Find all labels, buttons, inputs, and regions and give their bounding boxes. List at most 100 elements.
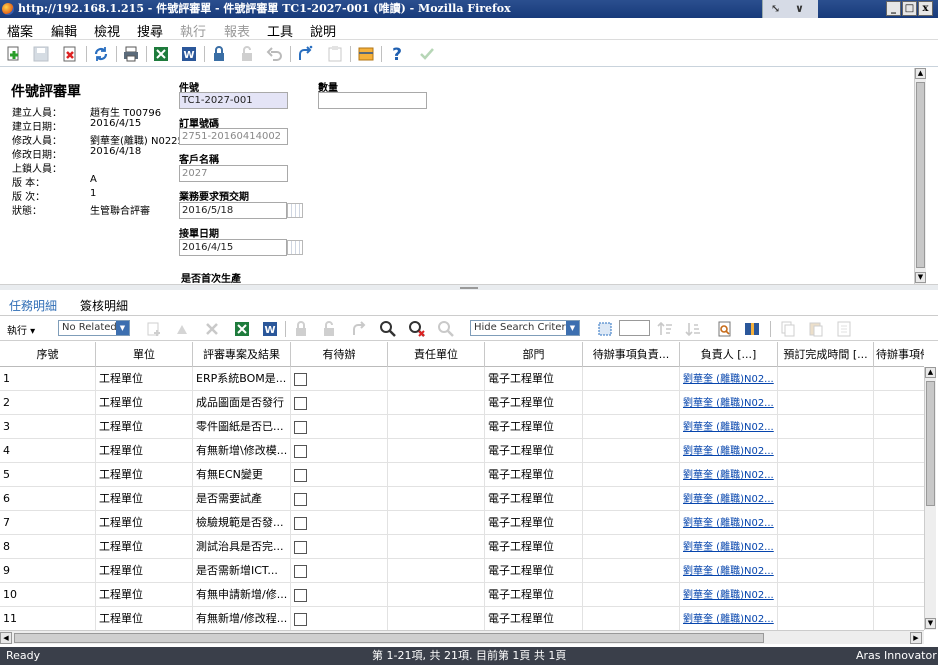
col-header-due[interactable]: 預訂完成時間 [... — [778, 342, 874, 367]
sort-desc-icon[interactable] — [684, 320, 702, 338]
chevron-down-icon[interactable]: ∨ — [795, 0, 804, 18]
cell-unit[interactable]: 工程單位 — [96, 367, 193, 391]
has-todo-checkbox[interactable] — [294, 612, 307, 626]
col-header-seq[interactable]: 序號 — [0, 342, 96, 367]
has-todo-checkbox[interactable] — [294, 372, 307, 386]
cell-todo-owner[interactable] — [583, 415, 680, 439]
scroll-thumb[interactable] — [916, 82, 925, 268]
save-icon[interactable] — [32, 45, 50, 63]
cell-unit[interactable]: 工程單位 — [96, 511, 193, 535]
col-header-dept[interactable]: 部門 — [485, 342, 583, 367]
cell-due[interactable] — [778, 415, 874, 439]
menu-help[interactable]: 說明 — [310, 21, 336, 40]
cell-owner[interactable]: 劉華奎 (離職)N02... — [680, 511, 778, 535]
menu-execute[interactable]: 執行 — [180, 21, 206, 40]
clipboard-icon[interactable] — [835, 320, 853, 338]
cell-due[interactable] — [778, 463, 874, 487]
cell-unit[interactable]: 工程單位 — [96, 463, 193, 487]
cell-unit[interactable]: 工程單位 — [96, 487, 193, 511]
owner-link[interactable]: 劉華奎 (離職)N02... — [683, 542, 774, 553]
col-header-has-todo[interactable]: 有待辦 — [291, 342, 388, 367]
calendar-icon[interactable] — [287, 240, 303, 255]
cell-resp-unit[interactable] — [388, 367, 485, 391]
cell-todo-note[interactable] — [874, 583, 924, 607]
cell-todo-note[interactable] — [874, 439, 924, 463]
has-todo-checkbox[interactable] — [294, 420, 307, 434]
cell-owner[interactable]: 劉華奎 (離職)N02... — [680, 367, 778, 391]
owner-link[interactable]: 劉華奎 (離職)N02... — [683, 614, 774, 625]
cell-todo-owner[interactable] — [583, 559, 680, 583]
close-button[interactable]: x — [918, 1, 933, 16]
cell-dept[interactable]: 電子工程單位 — [485, 439, 583, 463]
tab-signoff-details[interactable]: 簽核明細 — [80, 297, 128, 314]
col-header-owner[interactable]: 負責人 [...] — [680, 342, 778, 367]
cell-resp-unit[interactable] — [388, 511, 485, 535]
cell-dept[interactable]: 電子工程單位 — [485, 463, 583, 487]
col-header-todo-owner[interactable]: 待辦事項負責... — [583, 342, 680, 367]
cell-todo-owner[interactable] — [583, 367, 680, 391]
sort-asc-icon[interactable] — [656, 320, 674, 338]
cell-seq[interactable]: 1 — [0, 367, 96, 391]
lock-icon[interactable] — [292, 320, 310, 338]
scroll-up-icon[interactable]: ▲ — [915, 68, 926, 79]
print-icon[interactable] — [122, 45, 140, 63]
owner-link[interactable]: 劉華奎 (離職)N02... — [683, 470, 774, 481]
owner-link[interactable]: 劉華奎 (離職)N02... — [683, 566, 774, 577]
grid-scrollbar[interactable]: ▲ ▼ — [924, 367, 936, 630]
cell-unit[interactable]: 工程單位 — [96, 439, 193, 463]
cell-review-item[interactable]: 零件圖紙是否已... — [193, 415, 291, 439]
cell-review-item[interactable]: 有無新增\修改模... — [193, 439, 291, 463]
cell-due[interactable] — [778, 439, 874, 463]
related-select[interactable]: No Related ▼ — [58, 320, 130, 336]
cell-dept[interactable]: 電子工程單位 — [485, 511, 583, 535]
form-layout-icon[interactable] — [357, 45, 375, 63]
cell-todo-note[interactable] — [874, 607, 924, 630]
cell-todo-note[interactable] — [874, 535, 924, 559]
cell-todo-note[interactable] — [874, 487, 924, 511]
cell-seq[interactable]: 11 — [0, 607, 96, 630]
menu-file[interactable]: 檔案 — [7, 21, 33, 40]
new-item-icon[interactable] — [5, 45, 23, 63]
cell-has-todo[interactable] — [291, 367, 388, 391]
cell-has-todo[interactable] — [291, 463, 388, 487]
table-row[interactable]: 8 工程單位 測試治具是否完... 電子工程單位 劉華奎 (離職)N02... — [0, 535, 924, 559]
table-row[interactable]: 1 工程單位 ERP系統BOM是... 電子工程單位 劉華奎 (離職)N02... — [0, 367, 924, 391]
close-item-icon[interactable] — [61, 45, 79, 63]
cell-due[interactable] — [778, 535, 874, 559]
page-size-input[interactable] — [619, 320, 650, 336]
cell-unit[interactable]: 工程單位 — [96, 415, 193, 439]
cell-todo-owner[interactable] — [583, 439, 680, 463]
word-icon[interactable]: W — [261, 320, 279, 338]
cell-dept[interactable]: 電子工程單位 — [485, 583, 583, 607]
add-row-icon[interactable] — [145, 320, 163, 338]
cell-dept[interactable]: 電子工程單位 — [485, 367, 583, 391]
cell-seq[interactable]: 4 — [0, 439, 96, 463]
cell-resp-unit[interactable] — [388, 559, 485, 583]
excel-icon[interactable] — [233, 320, 251, 338]
cell-seq[interactable]: 7 — [0, 511, 96, 535]
cell-review-item[interactable]: 測試治具是否完... — [193, 535, 291, 559]
cell-unit[interactable]: 工程單位 — [96, 559, 193, 583]
cell-review-item[interactable]: 有無ECN變更 — [193, 463, 291, 487]
menu-tools[interactable]: 工具 — [267, 21, 293, 40]
cell-review-item[interactable]: 成品圖面是否發行 — [193, 391, 291, 415]
owner-link[interactable]: 劉華奎 (離職)N02... — [683, 446, 774, 457]
col-header-unit[interactable]: 單位 — [96, 342, 193, 367]
paste-icon[interactable] — [807, 320, 825, 338]
column-chooser-icon[interactable] — [743, 320, 761, 338]
scroll-right-icon[interactable]: ▶ — [910, 632, 922, 644]
cell-owner[interactable]: 劉華奎 (離職)N02... — [680, 463, 778, 487]
cell-unit[interactable]: 工程單位 — [96, 607, 193, 630]
cell-todo-owner[interactable] — [583, 535, 680, 559]
cell-seq[interactable]: 3 — [0, 415, 96, 439]
chevron-down-icon[interactable]: ▼ — [566, 321, 579, 335]
cell-due[interactable] — [778, 559, 874, 583]
has-todo-checkbox[interactable] — [294, 468, 307, 482]
cell-resp-unit[interactable] — [388, 439, 485, 463]
cell-owner[interactable]: 劉華奎 (離職)N02... — [680, 607, 778, 630]
cell-seq[interactable]: 10 — [0, 583, 96, 607]
scroll-up-icon[interactable]: ▲ — [925, 367, 936, 378]
word-icon[interactable]: W — [180, 45, 198, 63]
scroll-down-icon[interactable]: ▼ — [925, 618, 936, 629]
help-icon[interactable]: ? — [388, 45, 406, 63]
